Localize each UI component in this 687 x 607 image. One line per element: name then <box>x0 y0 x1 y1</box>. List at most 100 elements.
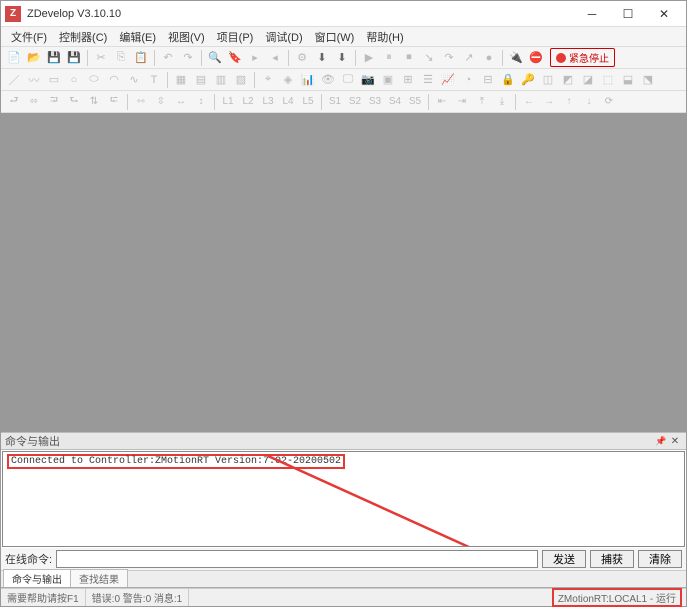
nudge-right-icon[interactable]: → <box>540 93 558 111</box>
slider-icon[interactable]: ⊟ <box>479 71 497 89</box>
menu-help[interactable]: 帮助(H) <box>360 27 409 47</box>
menu-project[interactable]: 项目(P) <box>211 27 260 47</box>
align-center-icon[interactable]: ⬄ <box>25 93 43 111</box>
panel-close-icon[interactable]: ✕ <box>668 434 682 448</box>
guide-l2[interactable]: L2 <box>239 93 257 111</box>
guide-s2[interactable]: S2 <box>346 93 364 111</box>
key-icon[interactable]: 🔑 <box>519 71 537 89</box>
curve-tool-icon[interactable]: ∿ <box>125 71 143 89</box>
menu-debug[interactable]: 调试(D) <box>259 27 308 47</box>
minimize-button[interactable]: ─ <box>574 2 610 26</box>
step-over-icon[interactable]: ↷ <box>440 49 458 67</box>
step-out-icon[interactable]: ↗ <box>460 49 478 67</box>
find-icon[interactable]: 🔍 <box>206 49 224 67</box>
widget2-icon[interactable]: ◩ <box>559 71 577 89</box>
pin-icon[interactable]: 📌 <box>654 434 668 448</box>
io-icon[interactable]: ◈ <box>279 71 297 89</box>
same-width-icon[interactable]: ↔ <box>172 93 190 111</box>
new-file-icon[interactable]: 📄 <box>5 49 23 67</box>
line-tool-icon[interactable]: ／ <box>5 71 23 89</box>
run-icon[interactable]: ▶ <box>360 49 378 67</box>
redo-icon[interactable]: ↷ <box>179 49 197 67</box>
open-folder-icon[interactable]: 📂 <box>25 49 43 67</box>
compile-icon[interactable]: ⚙ <box>293 49 311 67</box>
table-icon[interactable]: ⊞ <box>399 71 417 89</box>
bookmark-prev-icon[interactable]: ◂ <box>266 49 284 67</box>
capture-button[interactable]: 捕获 <box>590 550 634 568</box>
polyline-tool-icon[interactable]: 〰 <box>25 71 43 89</box>
widget3-icon[interactable]: ◪ <box>579 71 597 89</box>
save-all-icon[interactable]: 💾 <box>65 49 83 67</box>
grid-icon[interactable]: ▦ <box>172 71 190 89</box>
save-icon[interactable]: 💾 <box>45 49 63 67</box>
widget1-icon[interactable]: ◫ <box>539 71 557 89</box>
tab-cmd-output[interactable]: 命令与输出 <box>3 569 71 587</box>
tab-find-results[interactable]: 查找结果 <box>70 569 128 587</box>
guide-l5[interactable]: L5 <box>299 93 317 111</box>
output-textarea[interactable]: Connected to Controller:ZMotionRT Versio… <box>2 451 685 547</box>
close-button[interactable]: ✕ <box>646 2 682 26</box>
nudge-up-icon[interactable]: ↑ <box>560 93 578 111</box>
dist-h-icon[interactable]: ⇿ <box>132 93 150 111</box>
cut-icon[interactable]: ✂ <box>92 49 110 67</box>
axis-icon[interactable]: ⌖ <box>259 71 277 89</box>
align-bottom-icon[interactable]: ⮓ <box>105 93 123 111</box>
chart-icon[interactable]: 📈 <box>439 71 457 89</box>
panel3-icon[interactable]: ▧ <box>232 71 250 89</box>
scope-icon[interactable]: 📊 <box>299 71 317 89</box>
same-height-icon[interactable]: ↕ <box>192 93 210 111</box>
guide-s3[interactable]: S3 <box>366 93 384 111</box>
guide-l1[interactable]: L1 <box>219 93 237 111</box>
step-into-icon[interactable]: ↘ <box>420 49 438 67</box>
emergency-stop-button[interactable]: 紧急停止 <box>550 48 615 67</box>
guide-s1[interactable]: S1 <box>326 93 344 111</box>
move-up-icon[interactable]: ⤒ <box>473 93 491 111</box>
align-middle-icon[interactable]: ⇅ <box>85 93 103 111</box>
rect-tool-icon[interactable]: ▭ <box>45 71 63 89</box>
rotate-icon[interactable]: ⟳ <box>600 93 618 111</box>
connect-icon[interactable]: 🔌 <box>507 49 525 67</box>
guide-s5[interactable]: S5 <box>406 93 424 111</box>
widget4-icon[interactable]: ⬚ <box>599 71 617 89</box>
lock-icon[interactable]: 🔒 <box>499 71 517 89</box>
list-icon[interactable]: ☰ <box>419 71 437 89</box>
send-button[interactable]: 发送 <box>542 550 586 568</box>
terminal-icon[interactable]: ▣ <box>379 71 397 89</box>
dist-v-icon[interactable]: ⇳ <box>152 93 170 111</box>
clear-button[interactable]: 清除 <box>638 550 682 568</box>
panel2-icon[interactable]: ▥ <box>212 71 230 89</box>
download-icon[interactable]: ⬇ <box>313 49 331 67</box>
menu-window[interactable]: 窗口(W) <box>309 27 361 47</box>
widget5-icon[interactable]: ⬓ <box>619 71 637 89</box>
disconnect-icon[interactable]: ⛔ <box>527 49 545 67</box>
menu-view[interactable]: 视图(V) <box>162 27 211 47</box>
align-top-icon[interactable]: ⮑ <box>65 93 83 111</box>
move-left-icon[interactable]: ⇤ <box>433 93 451 111</box>
pause-icon[interactable]: ⏸ <box>380 49 398 67</box>
download-ram-icon[interactable]: ⬇ <box>333 49 351 67</box>
nudge-down-icon[interactable]: ↓ <box>580 93 598 111</box>
breakpoint-icon[interactable]: ● <box>480 49 498 67</box>
online-cmd-input[interactable] <box>56 550 538 568</box>
monitor-icon[interactable]: 🖵 <box>339 71 357 89</box>
widget6-icon[interactable]: ⬔ <box>639 71 657 89</box>
stop-icon[interactable]: ⏹ <box>400 49 418 67</box>
bookmark-next-icon[interactable]: ▸ <box>246 49 264 67</box>
guide-l3[interactable]: L3 <box>259 93 277 111</box>
copy-icon[interactable]: ⎘ <box>112 49 130 67</box>
menu-controller[interactable]: 控制器(C) <box>53 27 113 47</box>
gauge-icon[interactable]: ◔ <box>459 71 477 89</box>
paste-icon[interactable]: 📋 <box>132 49 150 67</box>
move-down-icon[interactable]: ⤓ <box>493 93 511 111</box>
panel1-icon[interactable]: ▤ <box>192 71 210 89</box>
guide-s4[interactable]: S4 <box>386 93 404 111</box>
watch-icon[interactable]: 👁 <box>319 71 337 89</box>
arc-tool-icon[interactable]: ◠ <box>105 71 123 89</box>
text-tool-icon[interactable]: T <box>145 71 163 89</box>
maximize-button[interactable]: ☐ <box>610 2 646 26</box>
nudge-left-icon[interactable]: ← <box>520 93 538 111</box>
align-right-icon[interactable]: ⮒ <box>45 93 63 111</box>
guide-l4[interactable]: L4 <box>279 93 297 111</box>
menu-edit[interactable]: 编辑(E) <box>113 27 162 47</box>
move-right-icon[interactable]: ⇥ <box>453 93 471 111</box>
